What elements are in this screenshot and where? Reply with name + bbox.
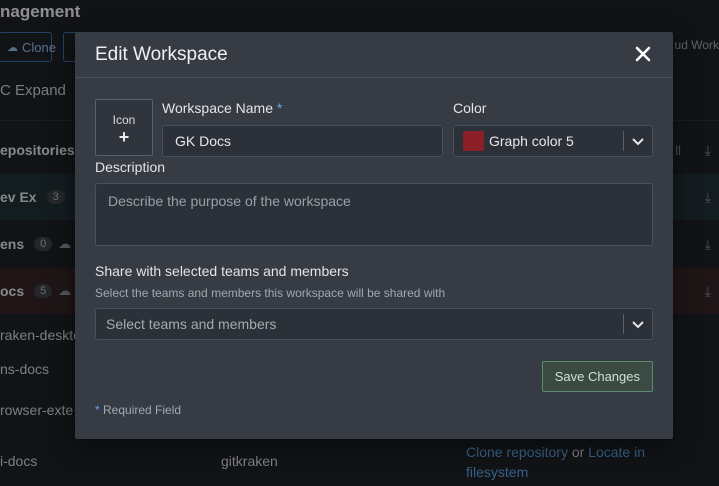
color-swatch	[463, 131, 484, 151]
required-marker: *	[276, 100, 283, 116]
description-input[interactable]	[95, 183, 653, 246]
description-label: Description	[95, 159, 166, 175]
plus-icon: +	[118, 127, 130, 147]
save-changes-button[interactable]: Save Changes	[541, 361, 653, 392]
share-select[interactable]: Select teams and members	[95, 308, 653, 340]
required-field-text: Required Field	[103, 403, 182, 417]
workspace-name-input[interactable]	[162, 125, 443, 157]
share-select-placeholder: Select teams and members	[106, 316, 277, 332]
required-field-note: * Required Field	[95, 403, 181, 417]
icon-picker-button[interactable]: Icon +	[95, 99, 153, 156]
share-label: Share with selected teams and members	[95, 263, 349, 279]
color-label: Color	[453, 100, 487, 116]
share-helper-text: Select the teams and members this worksp…	[95, 286, 446, 300]
workspace-name-label-text: Workspace Name	[162, 100, 274, 116]
close-button[interactable]	[633, 44, 653, 64]
color-select-value: Graph color 5	[489, 133, 574, 149]
dialog-header: Edit Workspace	[75, 32, 673, 78]
icon-picker-label: Icon	[112, 113, 136, 127]
workspace-name-label: Workspace Name *	[162, 100, 282, 116]
edit-workspace-dialog: Edit Workspace Icon + Workspace Name * C…	[75, 32, 673, 439]
color-select[interactable]: Graph color 5	[453, 125, 653, 157]
chevron-down-icon[interactable]	[624, 317, 652, 331]
required-marker: *	[95, 403, 100, 417]
close-icon	[635, 46, 651, 62]
chevron-down-icon[interactable]	[624, 134, 652, 148]
dialog-title: Edit Workspace	[95, 44, 228, 65]
